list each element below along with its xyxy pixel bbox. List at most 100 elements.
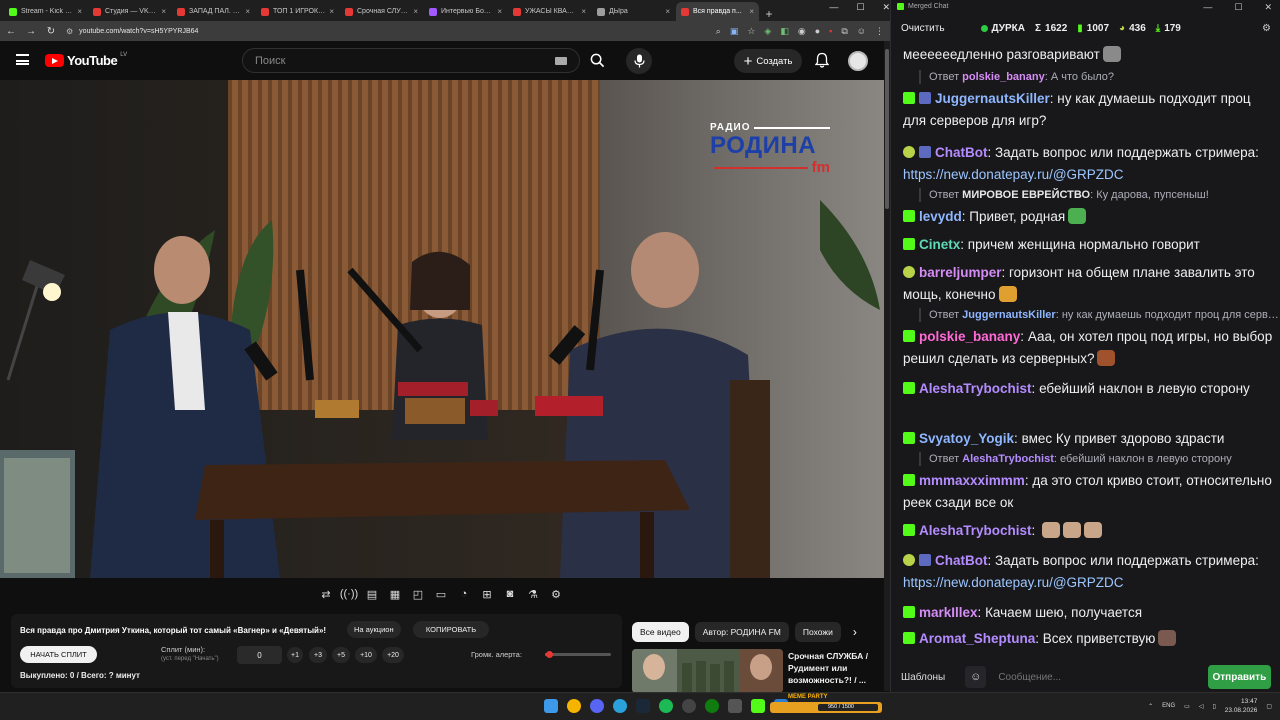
- notification-icon[interactable]: ▢: [1266, 703, 1272, 710]
- add-1-button[interactable]: +1: [287, 647, 303, 663]
- telegram-icon[interactable]: [613, 699, 627, 713]
- video-player[interactable]: РАДИО РОДИНА fm: [0, 80, 884, 578]
- loop-icon[interactable]: ⇄: [318, 586, 334, 602]
- clock[interactable]: 13:47 23.08.2026: [1225, 697, 1258, 715]
- donation-link[interactable]: https://new.donatepay.ru/@GRPZDC: [903, 575, 1124, 590]
- translate-icon[interactable]: ▣: [730, 26, 739, 37]
- add-3-button[interactable]: +3: [309, 647, 327, 663]
- browser-tab[interactable]: ЗАПАД ПАЛ. АСИ... ×: [172, 2, 255, 21]
- minimize-icon[interactable]: —: [829, 2, 838, 13]
- start-split-button[interactable]: НАЧАТЬ СПЛИТ: [20, 646, 97, 663]
- chat-username[interactable]: levydd: [919, 209, 962, 224]
- extension-icon[interactable]: ◈: [764, 26, 771, 37]
- queue-icon[interactable]: ▤: [364, 586, 380, 602]
- zoom-icon[interactable]: ⌕: [716, 26, 721, 37]
- chat-username[interactable]: barreljumper: [919, 265, 1002, 280]
- volume-icon[interactable]: ◁: [1199, 703, 1204, 710]
- recommended-video[interactable]: Срочная СЛУЖБА / Рудимент или возможност…: [632, 649, 882, 693]
- clear-chat-button[interactable]: Очистить: [901, 23, 945, 34]
- chip-similar[interactable]: Похожи: [794, 622, 841, 642]
- url-field[interactable]: ⚙ youtube.com/watch?v=sH5YPYRJB64: [66, 27, 198, 36]
- recommended-title[interactable]: Срочная СЛУЖБА / Рудимент или возможност…: [788, 650, 882, 686]
- kick-app-icon[interactable]: [751, 699, 765, 713]
- alert-volume-slider[interactable]: [545, 653, 611, 656]
- split-minutes-input[interactable]: 0: [237, 646, 282, 664]
- add-20-button[interactable]: +20: [382, 647, 404, 663]
- cinema-mode-icon[interactable]: ▭: [433, 586, 449, 602]
- obs-icon[interactable]: [682, 699, 696, 713]
- browser-tab[interactable]: Срочная СЛУЖБА ×: [340, 2, 423, 21]
- browser-tab[interactable]: Интервью Больш... ×: [424, 2, 507, 21]
- network-icon[interactable]: ▭: [1184, 703, 1190, 710]
- add-5-button[interactable]: +5: [332, 647, 350, 663]
- chip-all-videos[interactable]: Все видео: [632, 622, 689, 642]
- extensions-puzzle-icon[interactable]: ⧉: [841, 26, 847, 37]
- chat-username[interactable]: AleshaTrybochist: [919, 381, 1032, 396]
- browser-tab[interactable]: Студия — VK Видео ×: [88, 2, 171, 21]
- auction-button[interactable]: На аукцион: [347, 621, 401, 638]
- bookmark-star-icon[interactable]: ☆: [747, 26, 755, 37]
- tab-close-icon[interactable]: ×: [497, 7, 502, 16]
- tab-close-icon[interactable]: ×: [161, 7, 166, 16]
- extension-icon[interactable]: ▪: [829, 26, 832, 36]
- youtube-logo[interactable]: YouTube LV: [45, 52, 127, 68]
- tray-chevron-icon[interactable]: ⌃: [1148, 703, 1153, 710]
- chat-username[interactable]: Cinetx: [919, 237, 960, 252]
- reply-username[interactable]: AleshaTrybochist: [962, 453, 1054, 465]
- browser-tab[interactable]: ДЫра ×: [592, 2, 675, 21]
- message-input[interactable]: [994, 665, 1200, 689]
- alert-volume-thumb[interactable]: [546, 651, 554, 658]
- language-indicator[interactable]: ENG: [1162, 703, 1175, 709]
- browser-menu-icon[interactable]: ⋮: [875, 26, 884, 37]
- reply-username[interactable]: polskie_banany: [962, 71, 1045, 83]
- copy-button[interactable]: КОПИРОВАТЬ: [413, 621, 489, 638]
- battery-icon[interactable]: ▯: [1212, 703, 1215, 710]
- notifications-button[interactable]: [814, 52, 830, 73]
- scrollbar-thumb[interactable]: [885, 49, 889, 209]
- create-button[interactable]: + Создать: [734, 49, 802, 73]
- flask-icon[interactable]: ⚗: [525, 586, 541, 602]
- meme-party-widget[interactable]: MEME PARTY 950 / 1500: [770, 694, 882, 718]
- profile-icon[interactable]: ☺: [857, 26, 866, 36]
- tab-close-icon[interactable]: ×: [245, 7, 250, 16]
- emoji-icon[interactable]: ☺: [965, 666, 987, 688]
- extension-icon[interactable]: ◉: [798, 26, 806, 37]
- templates-button[interactable]: Шаблоны: [901, 672, 945, 683]
- tab-close-icon[interactable]: ×: [329, 7, 334, 16]
- broadcast-icon[interactable]: ((·)): [340, 586, 358, 602]
- gear-icon[interactable]: ⚙: [1262, 23, 1271, 34]
- chat-username[interactable]: Svyatoy_Yogik: [919, 431, 1014, 446]
- tab-close-icon[interactable]: ×: [413, 7, 418, 16]
- spotify-icon[interactable]: [659, 699, 673, 713]
- new-tab-icon[interactable]: +: [760, 7, 778, 21]
- extension-icon[interactable]: ◧: [780, 26, 789, 37]
- voice-search-button[interactable]: [626, 48, 652, 74]
- extension-icon[interactable]: ●: [815, 26, 820, 36]
- browser-tab[interactable]: ТОП 1 ИГРОК ГЕ... ×: [256, 2, 339, 21]
- tab-close-icon[interactable]: ×: [77, 7, 82, 16]
- add-10-button[interactable]: +10: [355, 647, 377, 663]
- close-icon[interactable]: ✕: [882, 2, 890, 13]
- close-icon[interactable]: ✕: [1264, 2, 1272, 13]
- chat-username[interactable]: ChatBot: [935, 553, 988, 568]
- chat-username[interactable]: Aromat_Sheptuna: [919, 631, 1035, 646]
- maximize-icon[interactable]: ☐: [1234, 2, 1242, 13]
- chat-username[interactable]: mmmaxxximmm: [919, 473, 1025, 488]
- app-icon[interactable]: [728, 699, 742, 713]
- camera-icon[interactable]: ◙: [502, 586, 518, 602]
- add-to-queue-icon[interactable]: ⊞: [479, 586, 495, 602]
- discord-icon[interactable]: [590, 699, 604, 713]
- clapperboard-icon[interactable]: ▦: [387, 586, 403, 602]
- chip-author[interactable]: Автор: РОДИНА FM: [694, 622, 789, 642]
- tab-close-icon[interactable]: ×: [665, 7, 670, 16]
- chat-username[interactable]: AleshaTrybochist: [919, 523, 1032, 538]
- reply-username[interactable]: МИРОВОЕ ЕВРЕЙСТВО: [962, 189, 1090, 201]
- chevron-right-icon[interactable]: ›: [853, 625, 857, 639]
- reply-username[interactable]: JuggernautsKiller: [962, 309, 1056, 321]
- xbox-icon[interactable]: [705, 699, 719, 713]
- gear-icon[interactable]: ⚙: [548, 586, 564, 602]
- send-button[interactable]: Отправить: [1207, 665, 1271, 689]
- forward-icon[interactable]: →: [26, 26, 36, 37]
- chat-username[interactable]: ChatBot: [935, 145, 988, 160]
- chat-username[interactable]: JuggernautsKiller: [935, 91, 1050, 106]
